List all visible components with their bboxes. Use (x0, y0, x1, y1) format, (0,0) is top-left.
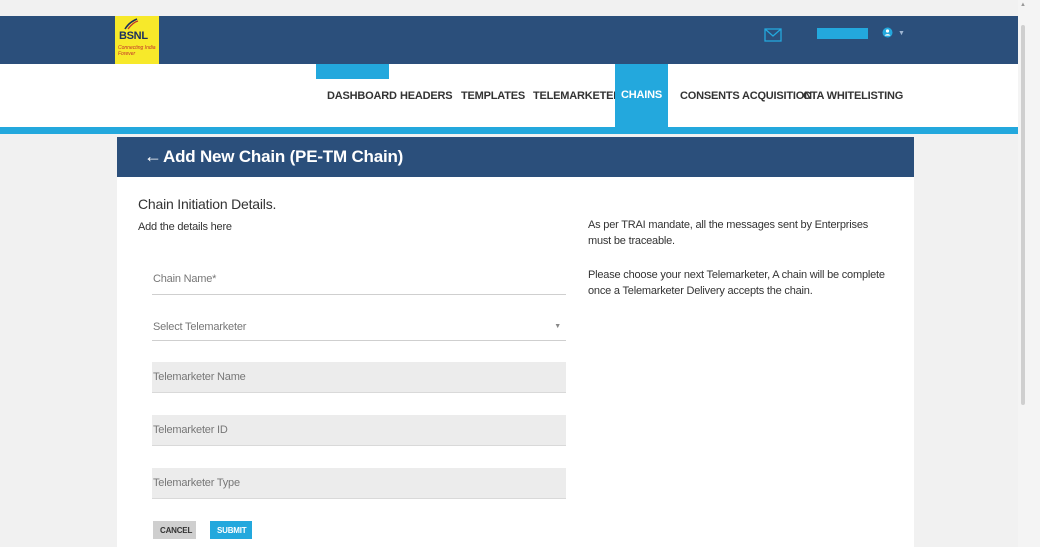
scrollbar-thumb[interactable] (1021, 25, 1025, 405)
page-title: Add New Chain (PE-TM Chain) (163, 147, 404, 166)
section-title: Chain Initiation Details. (138, 196, 277, 212)
accent-divider (0, 127, 1018, 134)
nav-item-consents-acquisition[interactable]: CONSENTS ACQUISITION (680, 81, 812, 127)
info-trai-mandate: As per TRAI mandate, all the messages se… (588, 219, 869, 247)
mail-icon[interactable] (764, 28, 782, 42)
nav-item-templates[interactable]: TEMPLATES (461, 81, 525, 127)
caret-down-icon[interactable]: ▼ (898, 30, 905, 37)
dropdown-arrow-icon: ▼ (554, 323, 561, 330)
nav-item-telemarketers[interactable]: TELEMARKETERS (533, 81, 628, 127)
top-header-bar: BSNL Connecting India Forever ▼ (0, 16, 1018, 66)
nav-item-cta-whitelisting[interactable]: CTA WHITELISTING (803, 81, 903, 127)
telemarketer-select[interactable]: Select Telemarketer ▼ (152, 313, 566, 341)
telemarketer-type-field[interactable] (152, 468, 566, 499)
logo-mark-icon (124, 18, 139, 30)
chain-name-input[interactable] (152, 264, 566, 295)
arrow-left-icon[interactable]: ← (144, 146, 162, 166)
nav-item-chains[interactable]: CHAINS (615, 64, 668, 127)
nav-indicator (316, 64, 389, 79)
section-subtitle: Add the details here (138, 221, 232, 233)
nav-item-dashboard[interactable]: DASHBOARD (327, 81, 397, 127)
cancel-button[interactable]: CANCEL (153, 521, 196, 539)
logo-tagline: Connecting India Forever (118, 45, 156, 57)
scroll-up-icon[interactable]: ▲ (1020, 2, 1026, 8)
add-chain-card: ← Add New Chain (PE-TM Chain) Chain Init… (117, 137, 914, 547)
submit-button[interactable]: SUBMIT (210, 521, 252, 539)
telemarketer-name-field[interactable] (152, 362, 566, 393)
card-header: ← Add New Chain (PE-TM Chain) (117, 137, 914, 177)
user-icon[interactable] (882, 27, 893, 38)
user-name-display[interactable] (817, 28, 868, 39)
info-chain-instructions: Please choose your next Telemarketer, A … (588, 269, 885, 297)
telemarketer-id-field[interactable] (152, 415, 566, 446)
page-scrollbar[interactable]: ▲ (1018, 0, 1040, 547)
bsnl-logo[interactable]: BSNL Connecting India Forever (115, 16, 159, 66)
nav-item-headers[interactable]: HEADERS (400, 81, 453, 127)
logo-brand-text: BSNL (119, 30, 148, 42)
main-nav: DASHBOARD HEADERS TEMPLATES TELEMARKETER… (0, 64, 1018, 127)
telemarketer-select-placeholder: Select Telemarketer (153, 321, 247, 333)
